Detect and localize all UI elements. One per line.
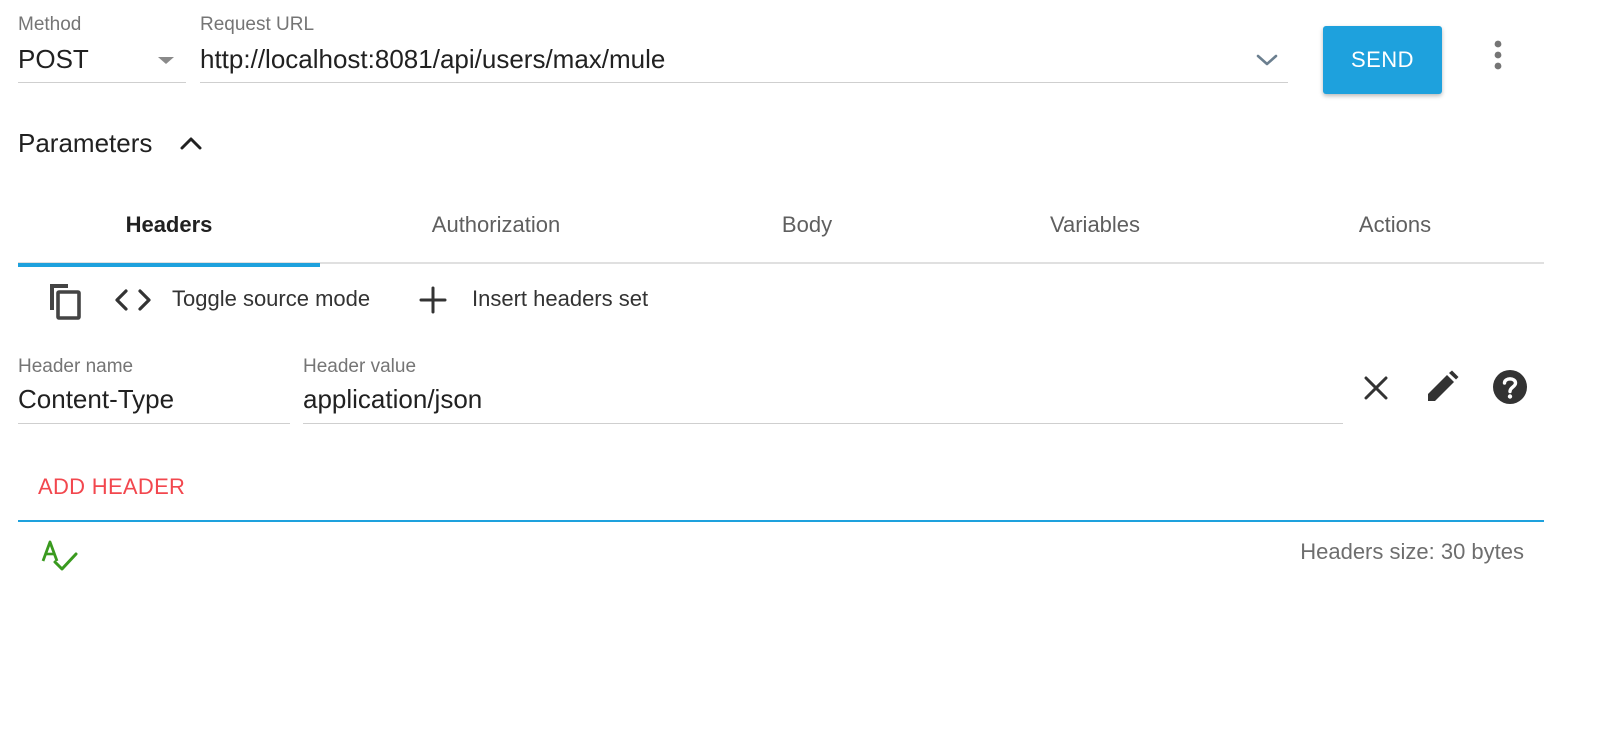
method-select[interactable]: POST — [18, 40, 186, 84]
header-name-input[interactable]: Content-Type — [18, 382, 290, 426]
code-icon[interactable] — [114, 287, 152, 313]
parameters-title: Parameters — [18, 128, 153, 158]
chevron-up-icon[interactable] — [176, 130, 206, 156]
method-underline — [18, 82, 186, 83]
more-vert-icon[interactable] — [1486, 38, 1510, 74]
tab-authorization[interactable]: Authorization — [346, 212, 646, 238]
url-input[interactable]: http://localhost:8081/api/users/max/mule — [200, 40, 1288, 84]
url-label: Request URL — [200, 14, 315, 35]
url-underline — [200, 82, 1288, 83]
header-value-value: application/json — [303, 384, 483, 414]
tab-actions[interactable]: Actions — [1246, 212, 1544, 238]
method-label: Method — [18, 14, 82, 35]
pencil-icon[interactable] — [1424, 369, 1460, 405]
header-value-label: Header value — [303, 356, 417, 377]
tab-headers[interactable]: Headers — [18, 212, 320, 238]
header-value-underline — [303, 423, 1343, 424]
tab-variables[interactable]: Variables — [946, 212, 1244, 238]
toggle-source-mode-button[interactable]: Toggle source mode — [172, 286, 370, 312]
url-value: http://localhost:8081/api/users/max/mule — [200, 44, 666, 74]
copy-icon[interactable] — [46, 280, 84, 322]
spellcheck-icon[interactable] — [40, 538, 80, 574]
method-value: POST — [18, 44, 89, 74]
header-name-label: Header name — [18, 356, 134, 377]
caret-down-icon — [158, 57, 174, 64]
help-icon[interactable] — [1492, 369, 1528, 405]
header-name-value: Content-Type — [18, 384, 175, 414]
header-name-underline — [18, 423, 290, 424]
header-value-input[interactable]: application/json — [303, 382, 1343, 426]
plus-icon[interactable] — [418, 285, 448, 315]
active-tab-indicator — [18, 263, 320, 267]
send-button[interactable]: SEND — [1323, 26, 1442, 94]
chevron-down-icon[interactable] — [1254, 50, 1280, 70]
headers-editor-divider — [18, 520, 1544, 522]
tab-bar: Headers Authorization Body Variables Act… — [18, 188, 1544, 268]
close-icon[interactable] — [1360, 372, 1392, 404]
tab-body[interactable]: Body — [658, 212, 956, 238]
headers-size-text: Headers size: 30 bytes — [1300, 539, 1524, 564]
add-header-button[interactable]: ADD HEADER — [38, 474, 185, 500]
insert-headers-set-button[interactable]: Insert headers set — [472, 286, 648, 312]
